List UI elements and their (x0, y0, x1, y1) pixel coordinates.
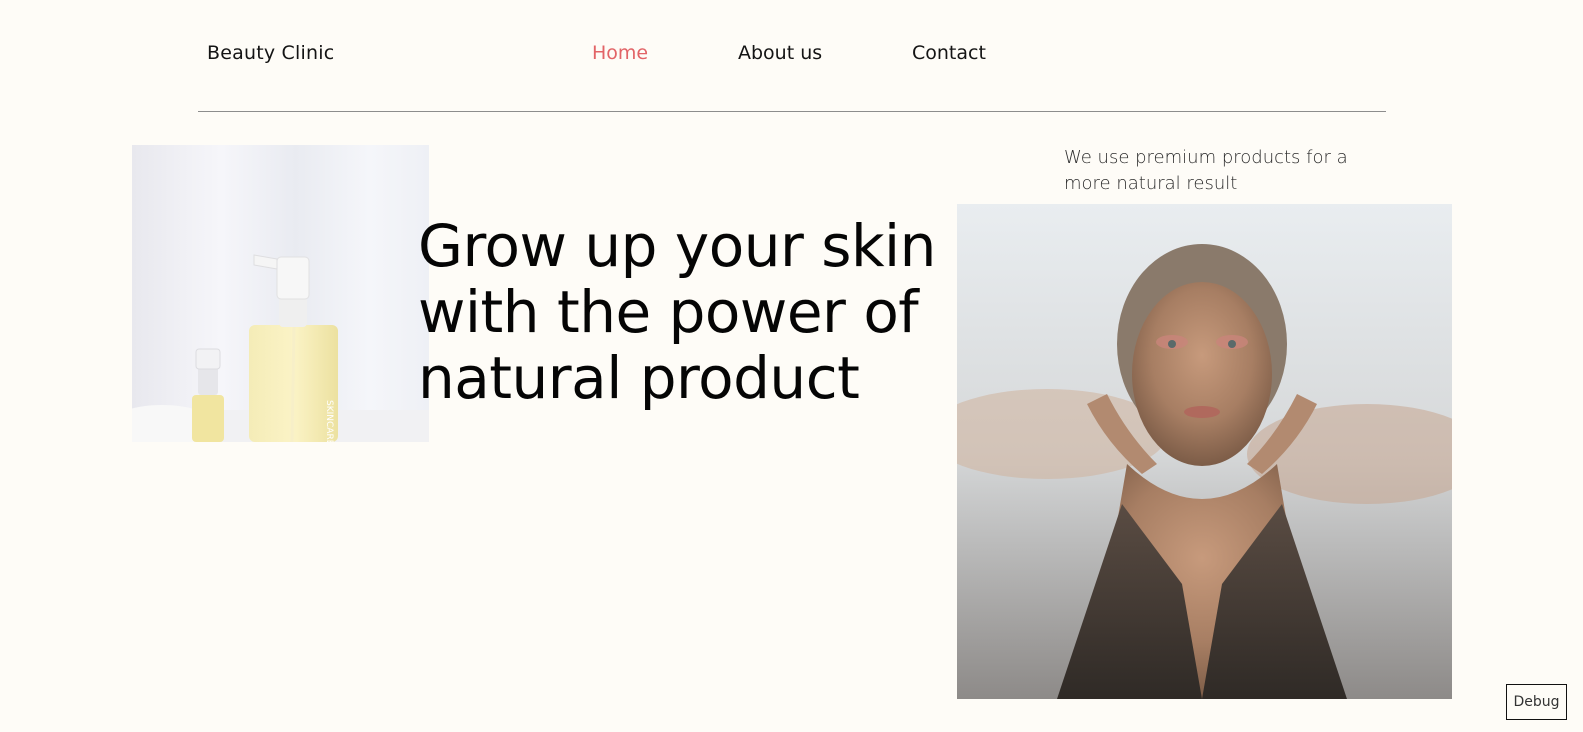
svg-text:SKINCARE: SKINCARE (324, 400, 334, 442)
nav-contact-link[interactable]: Contact (912, 42, 986, 64)
product-image: SKINCARE (132, 145, 429, 442)
page: Beauty Clinic Home About us Contact SKIN… (0, 0, 1583, 732)
hero-line: Grow up your skin (418, 212, 936, 280)
hero-heading: Grow up your skin with the power of natu… (418, 213, 938, 411)
hero-line: natural product (418, 344, 860, 412)
nav-home-link[interactable]: Home (592, 42, 648, 64)
portrait-image (957, 204, 1452, 699)
hero-line: with the power of (418, 278, 919, 346)
header-divider (198, 111, 1386, 112)
debug-button[interactable]: Debug (1506, 684, 1567, 720)
nav-about-link[interactable]: About us (738, 42, 822, 64)
brand-logo[interactable]: Beauty Clinic (207, 42, 334, 64)
tagline-text: We use premium products for a more natur… (1064, 147, 1348, 194)
